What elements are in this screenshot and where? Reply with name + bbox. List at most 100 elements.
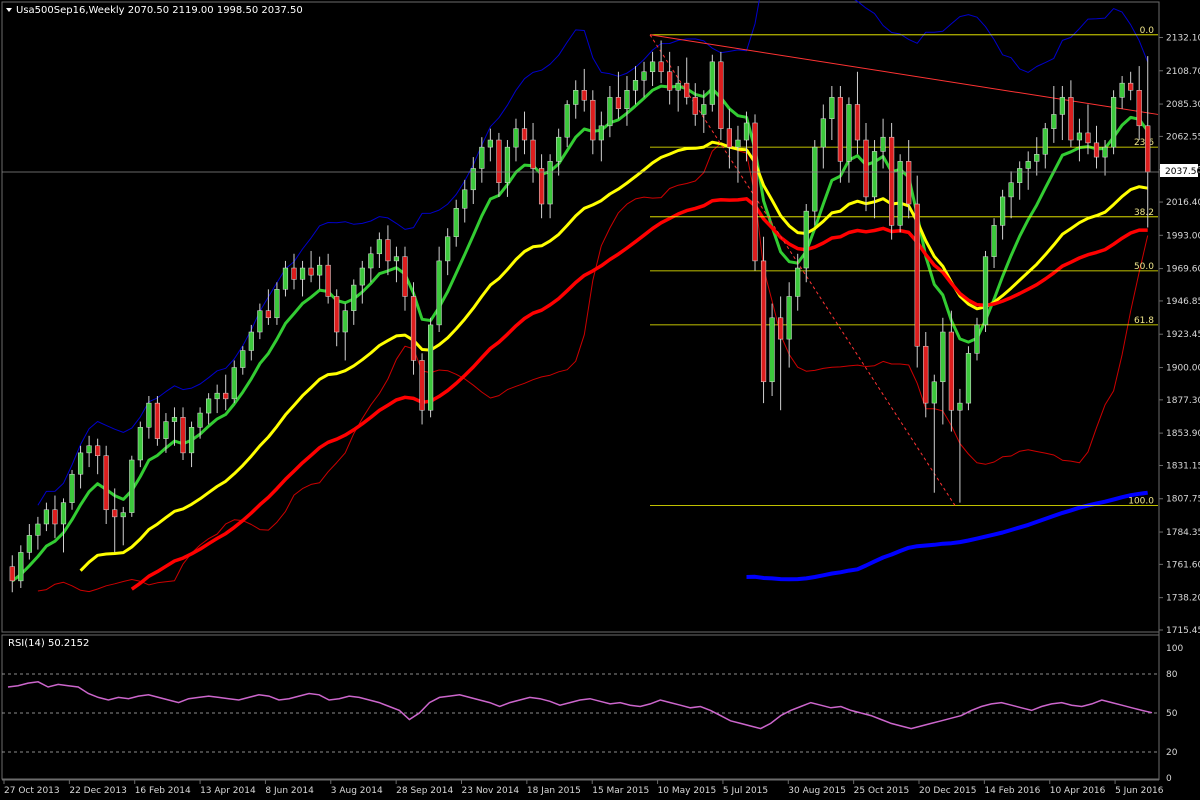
dropdown-triangle-icon[interactable] <box>6 8 12 12</box>
time-tick-label: 15 Mar 2015 <box>592 786 649 796</box>
bull-candle <box>1110 97 1117 148</box>
bear-candle <box>1068 97 1074 141</box>
time-tick-label: 27 Oct 2013 <box>4 786 60 796</box>
bear-candle <box>410 296 417 361</box>
price-tick-label: 1807.75 <box>1166 495 1200 505</box>
bull-candle <box>982 256 989 326</box>
bear-candle <box>95 445 101 456</box>
bear-candle <box>112 509 118 518</box>
bull-candle <box>206 398 212 414</box>
bull-candle <box>86 445 92 454</box>
time-tick-label: 14 Feb 2016 <box>984 786 1040 796</box>
bull-candle <box>248 331 254 351</box>
price-tick-label: 1853.90 <box>1166 429 1200 439</box>
bull-candle <box>197 412 203 428</box>
price-tick-label: 2085.30 <box>1166 100 1200 110</box>
bull-candle <box>786 296 792 340</box>
bull-candle <box>573 90 579 105</box>
bull-candle <box>240 350 246 368</box>
bull-candle <box>556 136 562 162</box>
bear-candle <box>778 317 784 340</box>
bull-candle <box>171 417 178 422</box>
price-chart: 0.0 23.6 38.2 50.0 61.8 100.0 2132.10 2108.70 2… <box>1 0 1200 796</box>
bull-candle <box>427 324 434 411</box>
price-tick-label: 1969.60 <box>1166 265 1200 275</box>
bull-candle <box>274 289 280 319</box>
ema-red-line <box>130 197 1148 591</box>
bear-candle <box>308 267 314 276</box>
bull-candle <box>487 139 493 148</box>
rsi-tick-label: 80 <box>1166 670 1178 680</box>
bear-candle <box>726 128 733 148</box>
bear-candle <box>103 455 109 511</box>
bull-candle <box>709 61 715 105</box>
bull-candle <box>43 509 50 525</box>
bull-candle <box>129 459 135 513</box>
bull-candle <box>795 267 801 297</box>
time-tick-label: 10 Apr 2016 <box>1050 786 1106 796</box>
bull-candle <box>257 310 263 333</box>
time-tick-label: 5 Jul 2015 <box>723 786 768 796</box>
bull-candle <box>803 210 809 269</box>
bull-candle <box>393 256 400 262</box>
bull-candle <box>641 71 647 81</box>
bull-candle <box>607 97 613 127</box>
bull-candle <box>965 353 972 404</box>
bull-candle <box>69 473 75 503</box>
symbol-header: Usa500Sep16,Weekly 2070.50 2119.00 1998.… <box>16 5 303 16</box>
price-tick-label: 1761.60 <box>1166 560 1200 570</box>
bull-candle <box>598 125 604 141</box>
bear-candle <box>692 97 698 115</box>
bull-candle <box>60 502 67 525</box>
bull-candle <box>735 139 741 148</box>
bull-candle <box>1042 128 1048 155</box>
price-tick-label: 1784.35 <box>1166 528 1200 538</box>
bear-candle <box>52 509 58 525</box>
time-tick-label: 23 Nov 2014 <box>462 786 520 796</box>
bear-candle <box>265 310 271 319</box>
bear-candle <box>419 360 425 411</box>
rsi-tick-label: 0 <box>1166 774 1172 784</box>
time-tick-label: 20 Dec 2015 <box>919 786 977 796</box>
time-tick-label: 13 Apr 2014 <box>200 786 256 796</box>
bear-candle <box>402 256 408 297</box>
bear-candle <box>385 239 391 262</box>
fib-level-label: 61.8 <box>1134 316 1154 326</box>
bull-candle <box>504 146 511 183</box>
bear-candle <box>334 296 340 333</box>
bear-candle <box>923 345 929 404</box>
bear-candle <box>615 97 622 109</box>
bull-candle <box>1102 146 1108 158</box>
bull-candle <box>376 239 382 255</box>
bull-candle <box>137 427 143 461</box>
time-tick-label: 18 Jan 2015 <box>527 786 581 796</box>
bear-candle <box>863 139 869 198</box>
bull-candle <box>453 208 459 237</box>
price-tick-label: 1831.15 <box>1166 461 1200 471</box>
bear-candle <box>658 61 664 73</box>
bear-candle <box>1128 82 1134 91</box>
bear-candle <box>538 168 545 205</box>
bear-candle <box>521 128 528 141</box>
fib-level-label: 50.0 <box>1134 262 1154 272</box>
bull-candle <box>368 253 374 269</box>
bull-candle <box>1076 132 1083 141</box>
bear-candle <box>325 264 331 297</box>
fibonacci-retracement: 0.0 23.6 38.2 50.0 61.8 100.0 <box>650 26 1158 506</box>
bull-candle <box>282 267 289 290</box>
bull-candle <box>974 324 980 354</box>
bull-candle <box>1025 161 1031 169</box>
bull-candle <box>564 104 570 138</box>
bear-candle <box>180 417 186 454</box>
price-tick-label: 2062.55 <box>1166 132 1200 142</box>
bear-candle <box>684 82 690 98</box>
bull-candle <box>163 421 169 439</box>
price-tick-label: 1900.00 <box>1166 364 1200 374</box>
bull-candle <box>880 136 886 152</box>
bull-candle <box>77 452 84 475</box>
bull-candle <box>957 402 963 411</box>
bull-candle <box>26 535 32 553</box>
price-tick-label: 1946.85 <box>1166 297 1200 307</box>
bear-candle <box>1085 132 1091 144</box>
bull-candle <box>701 104 707 115</box>
